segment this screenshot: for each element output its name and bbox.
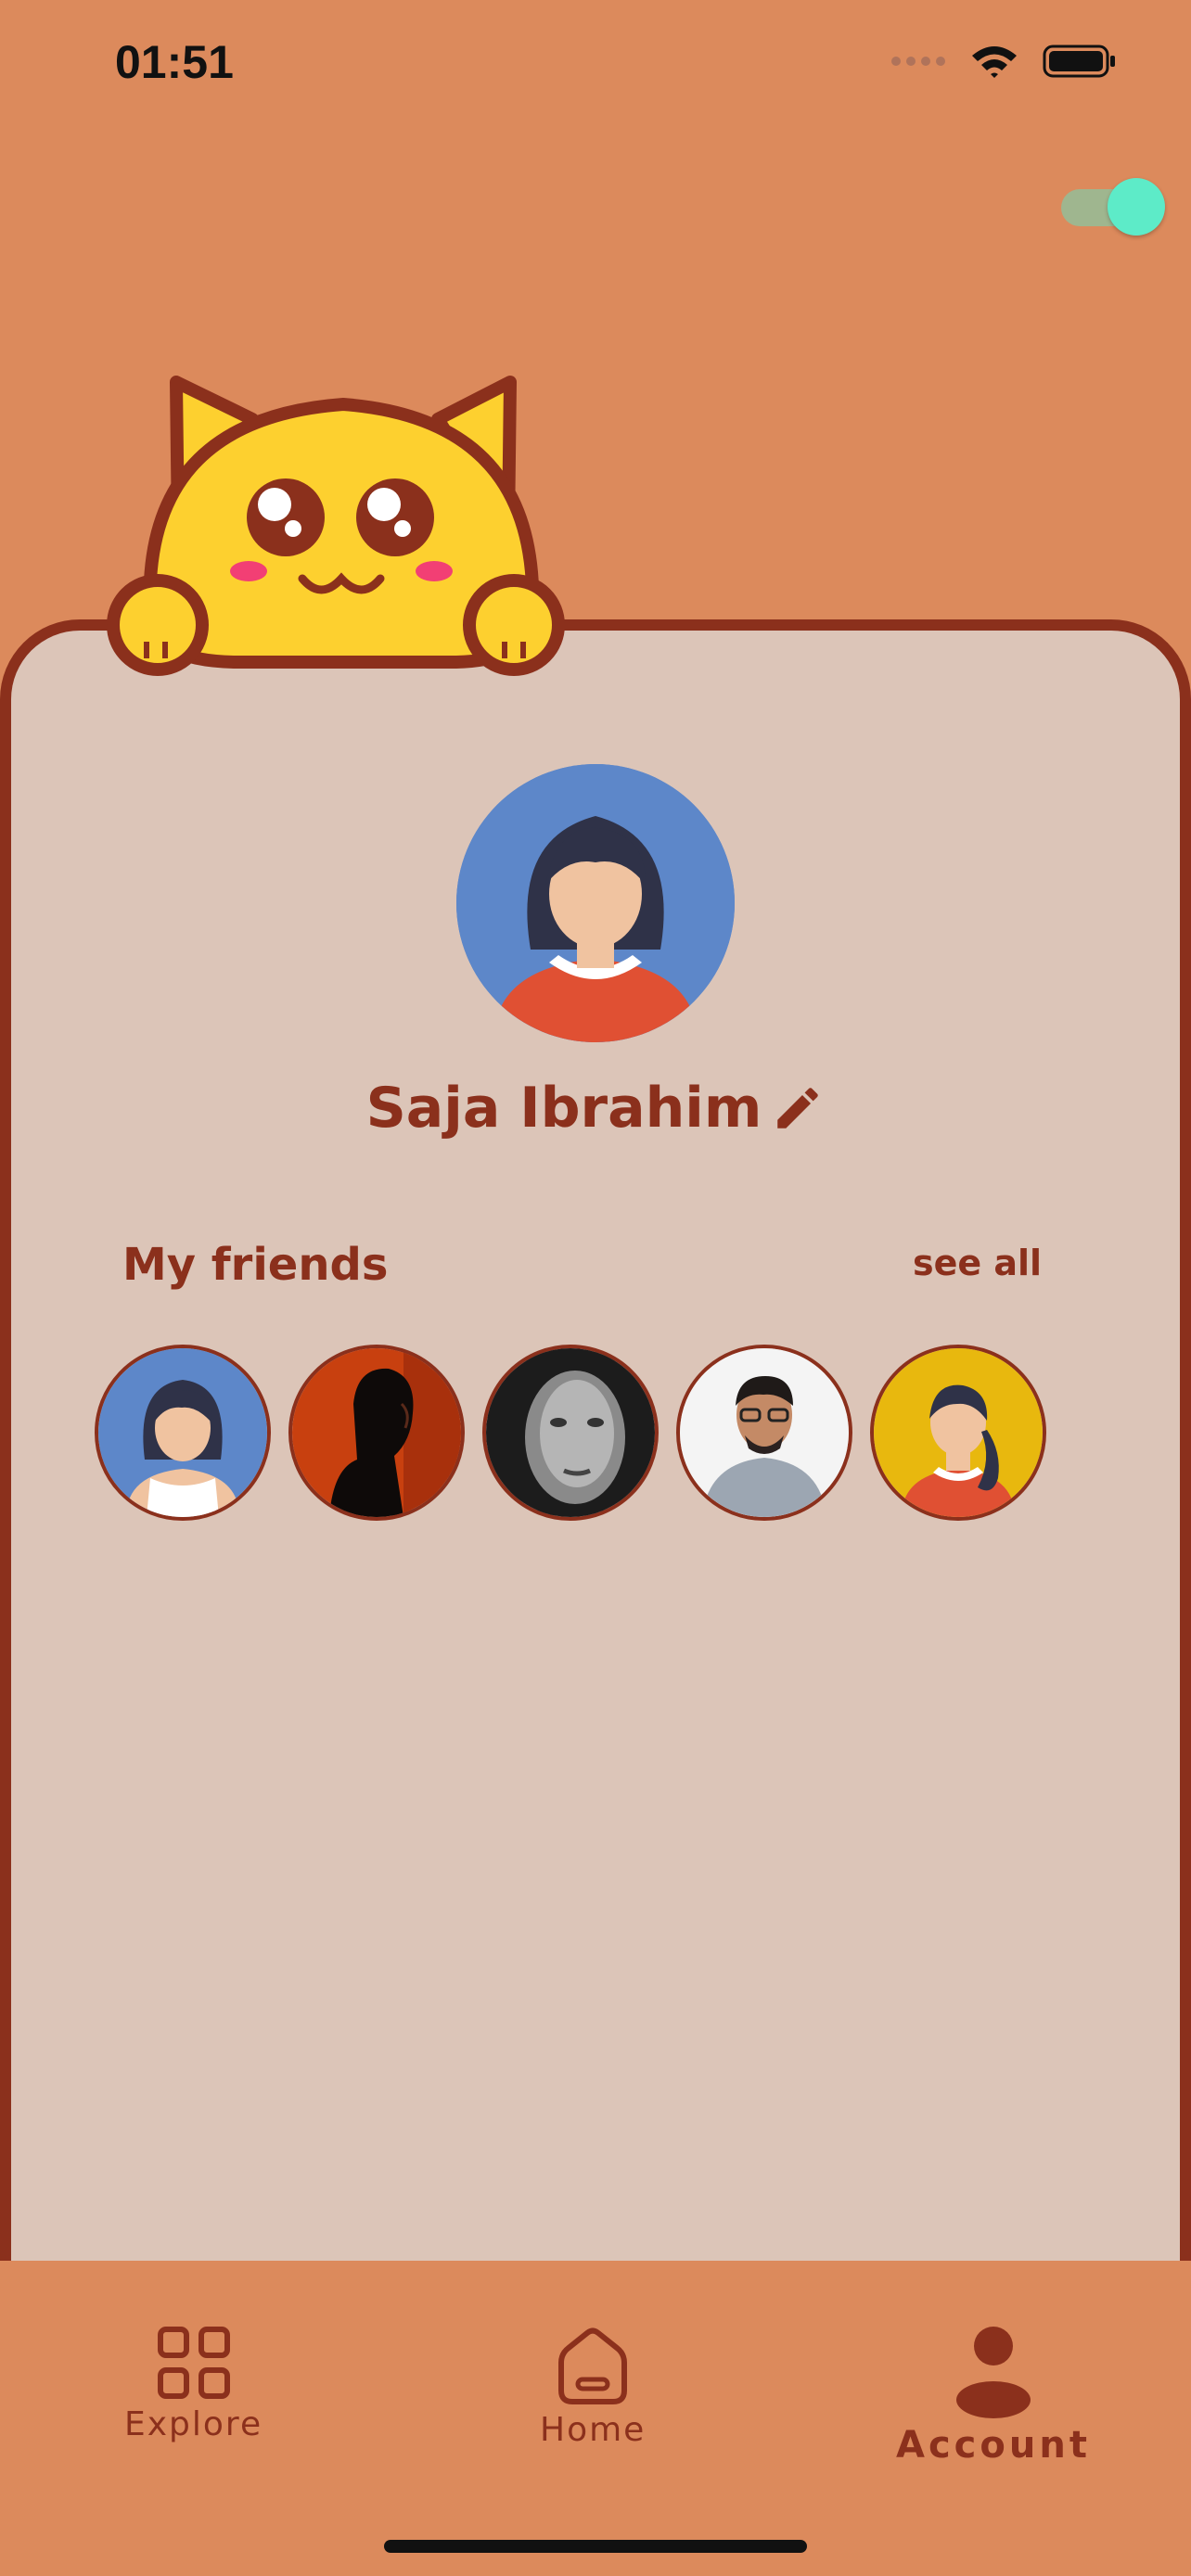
battery-icon bbox=[1043, 45, 1115, 78]
nav-item-explore[interactable]: Explore bbox=[124, 2326, 263, 2443]
status-icons bbox=[890, 43, 1117, 80]
see-all-link[interactable]: see all bbox=[913, 1243, 1042, 1283]
woman-avatar-icon bbox=[874, 1348, 1043, 1517]
profile-name: Saja Ibrahim bbox=[365, 1076, 762, 1141]
person-icon bbox=[955, 2327, 1031, 2418]
nav-label-account: Account bbox=[896, 2424, 1091, 2467]
friend-avatar-2[interactable] bbox=[288, 1345, 465, 1521]
friends-list bbox=[95, 1345, 1078, 1524]
woman-avatar-icon bbox=[456, 764, 735, 1042]
cat-mascot-icon bbox=[107, 376, 565, 676]
nav-item-home[interactable]: Home bbox=[540, 2326, 646, 2449]
friend-avatar-5[interactable] bbox=[870, 1345, 1046, 1521]
wifi-icon bbox=[972, 46, 1017, 78]
home-indicator bbox=[384, 2540, 807, 2553]
profile-name-row: Saja Ibrahim bbox=[0, 1076, 1191, 1141]
nav-item-account[interactable]: Account bbox=[896, 2326, 1091, 2467]
grid-icon bbox=[157, 2327, 230, 2399]
woman-photo-icon bbox=[486, 1348, 655, 1517]
nav-label-home: Home bbox=[540, 2411, 647, 2449]
friends-title: My friends bbox=[122, 1239, 389, 1291]
man-glasses-photo-icon bbox=[680, 1348, 849, 1517]
home-icon bbox=[558, 2327, 628, 2404]
friend-avatar-3[interactable] bbox=[482, 1345, 659, 1521]
status-time: 01:51 bbox=[115, 36, 234, 88]
woman-avatar-icon bbox=[98, 1348, 267, 1517]
man-photo-icon bbox=[292, 1348, 461, 1517]
profile-avatar[interactable] bbox=[456, 764, 735, 1042]
friend-avatar-4[interactable] bbox=[676, 1345, 852, 1521]
toggle-knob bbox=[1108, 178, 1165, 236]
status-bar: 01:51 bbox=[0, 0, 1191, 139]
bottom-nav: Explore Home Account bbox=[0, 2261, 1191, 2576]
nav-label-explore: Explore bbox=[124, 2405, 263, 2443]
pencil-icon[interactable] bbox=[771, 1081, 825, 1135]
signal-icon bbox=[891, 57, 945, 66]
theme-toggle[interactable] bbox=[1061, 178, 1165, 236]
friend-avatar-1[interactable] bbox=[95, 1345, 271, 1521]
